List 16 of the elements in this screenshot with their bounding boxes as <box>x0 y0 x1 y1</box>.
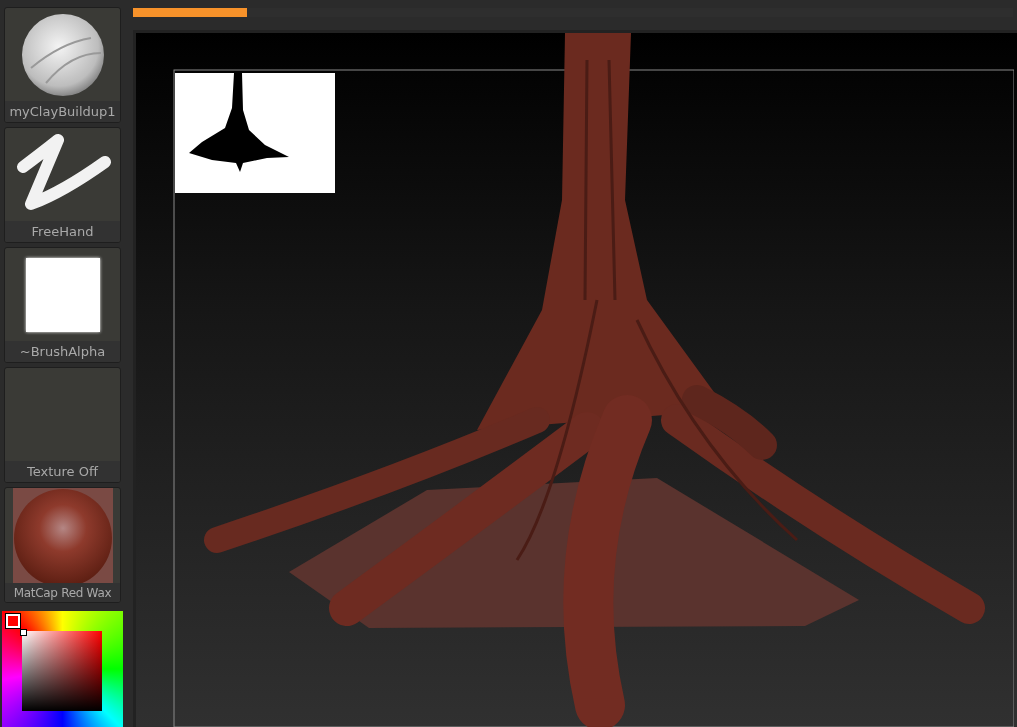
tile-label: MatCap Red Wax <box>5 583 120 602</box>
tool-tile[interactable]: ~BrushAlpha <box>4 247 121 363</box>
tool-tile[interactable]: MatCap Red Wax <box>4 487 121 603</box>
tool-tile[interactable]: Texture Off <box>4 367 121 483</box>
picker-handle[interactable] <box>20 629 27 636</box>
tool-tile[interactable]: myClayBuildup1 <box>4 7 121 123</box>
tile-label: FreeHand <box>5 221 120 242</box>
color-picker[interactable] <box>2 611 123 727</box>
material-sphere-icon <box>12 488 113 583</box>
tile-label: myClayBuildup1 <box>5 101 120 122</box>
alpha-square-icon <box>25 257 100 332</box>
tile-label: Texture Off <box>5 461 120 482</box>
tile-label: ~BrushAlpha <box>5 341 120 362</box>
tool-tile[interactable]: FreeHand <box>4 127 121 243</box>
sphere-brush-icon <box>20 12 105 97</box>
navigator-thumbnail[interactable] <box>175 73 335 193</box>
